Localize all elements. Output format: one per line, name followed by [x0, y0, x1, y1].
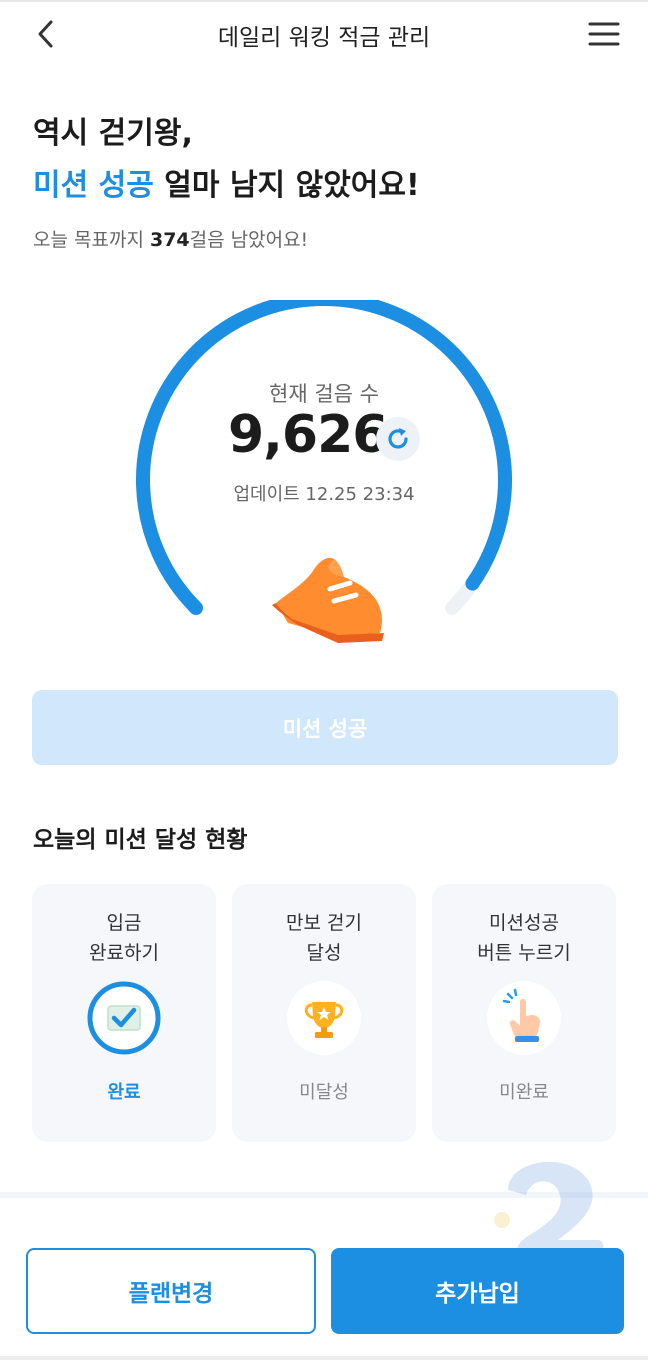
page-title: 데일리 워킹 적금 관리 [217, 25, 431, 51]
card-status: 미달성 [299, 1082, 349, 1103]
subtitle-prefix: 오늘 목표까지 [33, 229, 150, 251]
card-title: 만보 걷기 달성 [286, 912, 362, 964]
nav-bar-divider [0, 1356, 648, 1360]
trophy-icon [287, 981, 361, 1055]
sneaker-icon [272, 557, 384, 643]
headline-rest: 얼마 남지 않았어요! [153, 168, 420, 203]
current-steps-label: 현재 걸음 수 [269, 382, 379, 406]
app-header: 데일리 워킹 적금 관리 [0, 0, 648, 70]
headline: 역시 걷기왕, 미션 성공 얼마 남지 않았어요! [33, 108, 420, 212]
mission-card-button: 미션성공 버튼 누르기 미완료 [432, 884, 616, 1142]
card-title: 입금 완료하기 [89, 912, 159, 964]
steps-remaining-text: 오늘 목표까지 374걸음 남았어요! [33, 225, 308, 252]
change-plan-button[interactable]: 플랜변경 [26, 1248, 316, 1334]
card-status: 완료 [107, 1082, 141, 1103]
current-steps-value: 9,626 [228, 405, 388, 465]
section-title: 오늘의 미션 달성 현황 [33, 827, 248, 853]
check-icon [87, 981, 161, 1055]
card-status: 미완료 [499, 1082, 549, 1103]
update-time: 업데이트 12.25 23:34 [233, 484, 415, 505]
headline-line2: 미션 성공 얼마 남지 않았어요! [33, 160, 420, 212]
mission-card-walk: 만보 걷기 달성 미달성 [232, 884, 416, 1142]
tap-hand-icon [487, 981, 561, 1055]
additional-deposit-button[interactable]: 추가납입 [331, 1248, 624, 1334]
headline-accent: 미션 성공 [33, 168, 154, 203]
headline-line1: 역시 걷기왕, [33, 116, 193, 151]
card-title: 미션성공 버튼 누르기 [477, 912, 571, 964]
mission-success-button[interactable]: 미션 성공 [32, 690, 618, 765]
refresh-icon [388, 428, 408, 449]
refresh-button[interactable] [376, 417, 420, 461]
hamburger-menu-icon [588, 22, 620, 46]
mission-card-deposit: 입금 완료하기 완료 [32, 884, 216, 1142]
menu-button[interactable] [584, 14, 624, 54]
steps-left-value: 374 [149, 229, 190, 251]
subtitle-suffix: 걸음 남았어요! [189, 229, 309, 251]
